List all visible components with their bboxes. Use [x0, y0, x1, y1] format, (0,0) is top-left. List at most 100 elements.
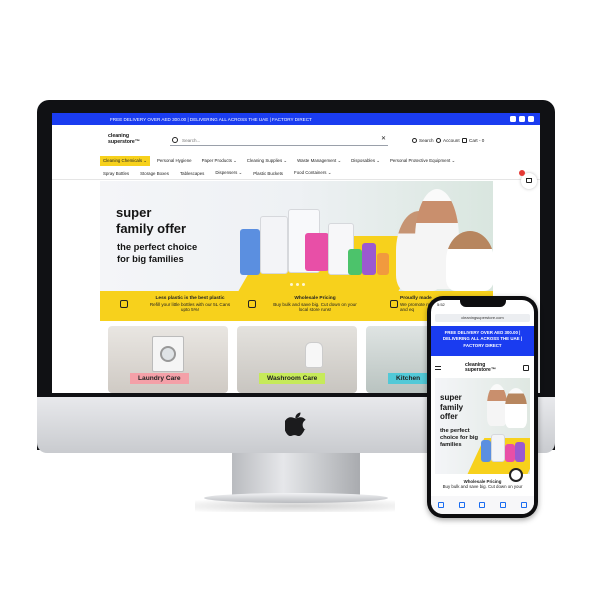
mobile-headline-line: offer — [440, 412, 458, 421]
product-image — [481, 440, 491, 462]
nav-cleaning-chemicals[interactable]: Cleaning Chemicals ⌄ — [100, 155, 150, 166]
carousel-dot[interactable] — [302, 283, 305, 286]
mobile-promo-topbar: FREE DELIVERY OVER AED 300.00 | DELIVERI… — [431, 326, 534, 356]
nav-ppe[interactable]: Personal Protective Equipment ⌄ — [387, 156, 458, 166]
mobile-promo-line: DELIVERING ALL ACROSS THE UAE | — [442, 336, 523, 342]
mobile-hero-banner[interactable]: super family offer the perfect choice fo… — [435, 378, 530, 474]
imac-stand — [232, 453, 360, 495]
nav-cleaning-supplies[interactable]: Cleaning Supplies ⌄ — [244, 156, 290, 166]
heart-icon — [120, 300, 128, 308]
nav-dispensers[interactable]: Dispensers ⌄ — [212, 168, 245, 178]
nav-personal-hygiene[interactable]: Personal Hygiene — [154, 156, 195, 165]
product-image — [362, 243, 376, 275]
back-icon[interactable] — [438, 502, 445, 508]
family-photo — [446, 231, 493, 291]
search-icon — [172, 137, 178, 143]
nav-divider — [52, 179, 540, 180]
instagram-icon[interactable] — [510, 116, 516, 122]
feature-text: Buy bulk and save big. Cut down on your — [273, 301, 357, 307]
category-label: Washroom Care — [259, 373, 326, 384]
nav-tablescapes[interactable]: Tablescapes — [177, 169, 207, 178]
close-icon[interactable]: ✕ — [381, 135, 386, 142]
search-bar: ✕ — [170, 135, 388, 146]
family-photo — [487, 384, 507, 426]
mobile-floating-cart-button[interactable] — [509, 468, 523, 482]
cart-link-label: Cart - 0 — [469, 138, 485, 143]
whatsapp-icon[interactable] — [528, 116, 534, 122]
category-card-laundry[interactable]: Laundry Care — [108, 326, 228, 393]
nav-storage-boxes[interactable]: Storage Boxes — [137, 169, 172, 178]
product-image — [240, 229, 260, 275]
browser-toolbar — [431, 496, 534, 514]
product-image — [377, 253, 389, 275]
cart-icon — [462, 138, 467, 143]
linkedin-icon[interactable] — [519, 116, 525, 122]
feature-item: Wholesale Pricing Buy bulk and save big.… — [250, 295, 380, 313]
cart-count-badge — [519, 170, 525, 176]
product-image — [515, 442, 525, 462]
primary-nav: Cleaning Chemicals ⌄ Personal Hygiene Pa… — [100, 155, 458, 166]
nav-waste-management[interactable]: Waste Management ⌄ — [294, 156, 344, 166]
mobile-promo-line: FACTORY DIRECT — [463, 342, 502, 348]
mobile-sub-line: families — [440, 442, 462, 448]
carousel-dot[interactable] — [290, 283, 293, 286]
secondary-nav: Spray Bottles Storage Boxes Tablescapes … — [100, 168, 334, 178]
product-image — [260, 216, 288, 274]
site-logo[interactable]: cleaning superstore™ — [108, 133, 140, 145]
imac-stand-base — [204, 493, 388, 503]
status-time: 5:52 — [437, 302, 445, 307]
forward-icon[interactable] — [458, 502, 465, 508]
feature-text: and eq — [400, 307, 415, 313]
category-card-washroom[interactable]: Washroom Care — [237, 326, 357, 393]
apple-logo-icon — [285, 412, 306, 436]
product-image — [491, 434, 505, 462]
feature-title: Proudly made — [400, 296, 432, 301]
menu-icon[interactable] — [435, 366, 441, 370]
mobile-headline-line: super — [440, 393, 462, 402]
mobile-banner-sub: the perfect choice for big families — [440, 428, 478, 449]
promo-topbar: FREE DELIVERY OVER AED 300.00 | DELIVERI… — [52, 113, 540, 125]
social-links — [510, 116, 534, 122]
mobile-screen: 5:52 cleaningsuperstore.com FREE DELIVER… — [431, 300, 534, 514]
nav-disposables[interactable]: Disposables ⌄ — [348, 156, 383, 166]
cart-icon — [526, 178, 532, 183]
site-header: cleaning superstore™ ✕ Search Account Ca… — [52, 125, 540, 155]
phone-notch — [460, 299, 506, 307]
mobile-logo-line: superstore™ — [465, 367, 496, 374]
mobile-logo[interactable]: cleaning superstore™ — [465, 362, 496, 374]
banner-headline-line-1: super — [116, 205, 152, 220]
feature-item: Less plastic is the best plastic Refill … — [130, 295, 250, 313]
mobile-sub-line: choice for big — [440, 435, 479, 441]
address-bar[interactable]: cleaningsuperstore.com — [435, 314, 530, 322]
mobile-banner-headline: super family offer — [440, 393, 463, 422]
bookmarks-icon[interactable] — [500, 502, 507, 508]
category-label: Laundry Care — [130, 373, 189, 384]
nav-spray-bottles[interactable]: Spray Bottles — [100, 169, 132, 178]
account-link-label: Account — [443, 138, 460, 143]
cart-link[interactable]: Cart - 0 — [462, 138, 484, 143]
share-icon[interactable] — [479, 502, 486, 508]
carousel-dot[interactable] — [296, 283, 299, 286]
user-icon — [436, 138, 441, 143]
search-input[interactable] — [182, 136, 372, 145]
family-photo — [505, 388, 527, 428]
banner-headline-line-2: family offer — [116, 221, 187, 236]
account-link[interactable]: Account — [436, 138, 460, 143]
product-image — [305, 233, 329, 271]
badge-icon — [390, 300, 398, 308]
hero-banner[interactable]: super family offer the perfect choice fo… — [100, 181, 493, 291]
tabs-icon[interactable] — [520, 502, 527, 508]
feature-text: Refill your little bottles with our 5L C… — [149, 301, 231, 307]
carousel-dots — [290, 283, 305, 286]
cart-icon[interactable] — [523, 365, 529, 371]
nav-food-containers[interactable]: Food Containers ⌄ — [291, 168, 334, 178]
search-link[interactable]: Search — [412, 138, 434, 143]
logo-line-2: superstore™ — [108, 138, 140, 145]
nav-plastic-buckets[interactable]: Plastic Buckets — [250, 169, 286, 178]
feature-title: Less plastic is the best plastic — [155, 296, 225, 301]
nav-paper-products[interactable]: Paper Products ⌄ — [199, 156, 240, 166]
feature-title: Wholesale Pricing — [294, 296, 336, 301]
washing-machine-image — [152, 336, 184, 372]
banner-sub-line-1: the perfect choice — [117, 241, 198, 252]
feature-text: local store runs! — [298, 307, 332, 313]
